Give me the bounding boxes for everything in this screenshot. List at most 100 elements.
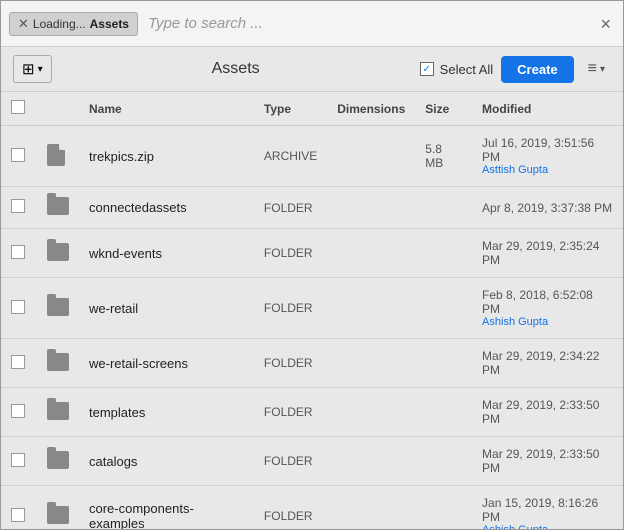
row-type: FOLDER [254, 339, 327, 388]
header-size: Size [415, 92, 472, 126]
folder-icon [47, 451, 69, 469]
row-type: ARCHIVE [254, 126, 327, 187]
select-all-checkbox[interactable] [420, 62, 434, 76]
header-dimensions: Dimensions [327, 92, 415, 126]
row-name: we-retail [79, 278, 254, 339]
row-size [415, 187, 472, 229]
row-modified: Mar 29, 2019, 2:33:50 PM [472, 388, 623, 437]
row-size: 5.8 MB [415, 126, 472, 187]
sort-button[interactable]: ≡ ▾ [582, 58, 611, 80]
create-button[interactable]: Create [501, 56, 573, 83]
row-checkbox[interactable] [11, 245, 25, 259]
row-icon-cell [37, 388, 79, 437]
table-header-row: Name Type Dimensions Size Modified [1, 92, 623, 126]
breadcrumb-loading: Loading... [33, 17, 86, 31]
row-icon-cell [37, 486, 79, 530]
row-type: FOLDER [254, 388, 327, 437]
search-input-wrap [148, 15, 591, 32]
table-row[interactable]: core-components-examplesFOLDERJan 15, 20… [1, 486, 623, 530]
row-size [415, 486, 472, 530]
select-all-wrap: Select All [420, 62, 493, 77]
row-modified: Mar 29, 2019, 2:34:22 PM [472, 339, 623, 388]
table-row[interactable]: trekpics.zipARCHIVE 5.8 MBJul 16, 2019, 3… [1, 126, 623, 187]
row-dimensions [327, 486, 415, 530]
table-row[interactable]: connectedassetsFOLDER Apr 8, 2019, 3:37:3… [1, 187, 623, 229]
row-modified: Apr 8, 2019, 3:37:38 PM [472, 187, 623, 229]
assets-table-wrap: Name Type Dimensions Size Modified trekp… [1, 92, 623, 529]
row-modified: Mar 29, 2019, 2:33:50 PM [472, 437, 623, 486]
folder-icon [47, 353, 69, 371]
row-modified: Jul 16, 2019, 3:51:56 PMAsttish Gupta [472, 126, 623, 187]
row-checkbox[interactable] [11, 300, 25, 314]
header-checkbox-cell [1, 92, 37, 126]
row-modified: Feb 8, 2018, 6:52:08 PMAshish Gupta [472, 278, 623, 339]
row-checkbox[interactable] [11, 148, 25, 162]
row-dimensions [327, 388, 415, 437]
row-user: Asttish Gupta [482, 164, 613, 176]
asset-picker-dialog: ✕ Loading... Assets × ⊞ ▾ Assets Select … [0, 0, 624, 530]
table-row[interactable]: catalogsFOLDER Mar 29, 2019, 2:33:50 PM [1, 437, 623, 486]
row-checkbox[interactable] [11, 355, 25, 369]
toolbar: ⊞ ▾ Assets Select All Create ≡ ▾ [1, 47, 623, 92]
select-all-label: Select All [440, 62, 493, 77]
close-button[interactable]: ✕ Loading... Assets [9, 12, 138, 36]
row-type: FOLDER [254, 437, 327, 486]
row-modified: Mar 29, 2019, 2:35:24 PM [472, 229, 623, 278]
folder-icon [47, 298, 69, 316]
row-type: FOLDER [254, 229, 327, 278]
folder-icon [47, 243, 69, 261]
header-modified: Modified [472, 92, 623, 126]
row-name: catalogs [79, 437, 254, 486]
row-dimensions [327, 278, 415, 339]
chevron-down-icon-sort: ▾ [600, 64, 605, 75]
row-icon-cell [37, 229, 79, 278]
table-row[interactable]: templatesFOLDER Mar 29, 2019, 2:33:50 PM [1, 388, 623, 437]
row-dimensions [327, 437, 415, 486]
table-row[interactable]: we-retail-screensFOLDER Mar 29, 2019, 2:3… [1, 339, 623, 388]
row-name: wknd-events [79, 229, 254, 278]
table-row[interactable]: wknd-eventsFOLDER Mar 29, 2019, 2:35:24 P… [1, 229, 623, 278]
folder-icon [47, 506, 69, 524]
x-icon: ✕ [18, 16, 29, 32]
row-user: Ashish Gupta [482, 524, 613, 529]
table-body: trekpics.zipARCHIVE 5.8 MBJul 16, 2019, 3… [1, 126, 623, 530]
row-checkbox[interactable] [11, 453, 25, 467]
row-modified: Jan 15, 2019, 8:16:26 PMAshish Gupta [472, 486, 623, 530]
row-checkbox[interactable] [11, 508, 25, 522]
row-name: core-components-examples [79, 486, 254, 530]
breadcrumb-assets: Assets [90, 17, 129, 31]
row-dimensions [327, 126, 415, 187]
row-type: FOLDER [254, 187, 327, 229]
row-size [415, 339, 472, 388]
table-row[interactable]: we-retailFOLDER Feb 8, 2018, 6:52:08 PMAs… [1, 278, 623, 339]
row-name: connectedassets [79, 187, 254, 229]
dialog-close-button[interactable]: × [596, 11, 615, 37]
row-name: templates [79, 388, 254, 437]
view-grid-icon: ⊞ [22, 60, 35, 78]
row-size [415, 437, 472, 486]
row-user: Ashish Gupta [482, 316, 613, 328]
top-bar: ✕ Loading... Assets × [1, 1, 623, 47]
header-name: Name [79, 92, 254, 126]
view-toggle-button[interactable]: ⊞ ▾ [13, 55, 52, 83]
folder-icon [47, 402, 69, 420]
row-size [415, 278, 472, 339]
row-type: FOLDER [254, 278, 327, 339]
row-icon-cell [37, 437, 79, 486]
row-size [415, 229, 472, 278]
row-name: we-retail-screens [79, 339, 254, 388]
search-input[interactable] [148, 15, 591, 32]
row-checkbox[interactable] [11, 199, 25, 213]
row-dimensions [327, 339, 415, 388]
row-checkbox[interactable] [11, 404, 25, 418]
row-size [415, 388, 472, 437]
row-icon-cell [37, 339, 79, 388]
row-name: trekpics.zip [79, 126, 254, 187]
assets-table: Name Type Dimensions Size Modified trekp… [1, 92, 623, 529]
header-checkbox[interactable] [11, 100, 25, 114]
file-icon [47, 144, 65, 166]
header-icon-cell [37, 92, 79, 126]
row-icon-cell [37, 126, 79, 187]
row-icon-cell [37, 187, 79, 229]
row-dimensions [327, 229, 415, 278]
